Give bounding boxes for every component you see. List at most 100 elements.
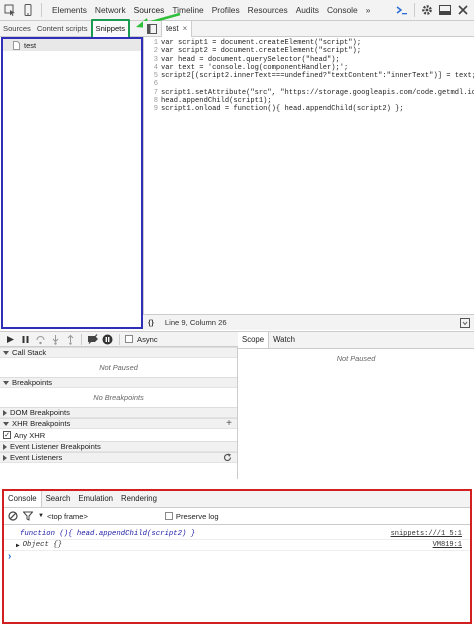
any-xhr-checkbox[interactable]: ✓ xyxy=(3,431,11,439)
close-icon[interactable] xyxy=(456,3,470,17)
resume-icon[interactable] xyxy=(4,333,17,346)
any-xhr-label: Any XHR xyxy=(14,430,46,440)
line-number[interactable]: 4 xyxy=(144,64,161,72)
tab-sources-nav[interactable]: Sources xyxy=(0,21,34,37)
console-message-text: function (){ head.appendChild(script2) } xyxy=(20,530,196,538)
deactivate-breakpoints-icon[interactable] xyxy=(86,333,99,346)
line-number[interactable]: 5 xyxy=(144,72,161,80)
console-message: ▶ Object {} VM819:1 xyxy=(4,540,470,551)
xhr-breakpoints-title: XHR Breakpoints xyxy=(12,419,71,428)
code-line[interactable]: 7 script1.setAttribute("src", "https://st… xyxy=(144,89,474,97)
code-text: var text = 'console.log(componentHandler… xyxy=(161,63,349,72)
toggle-debugger-icon[interactable] xyxy=(460,317,470,328)
tab-search[interactable]: Search xyxy=(42,491,75,507)
refresh-icon[interactable] xyxy=(223,453,232,462)
debugger-toolbar: Async xyxy=(0,331,238,347)
file-icon xyxy=(12,40,21,50)
prompt-chevron-icon: › xyxy=(8,551,12,562)
clear-console-icon[interactable] xyxy=(8,511,18,521)
device-mode-icon[interactable] xyxy=(21,3,35,17)
toggle-navigator-icon[interactable] xyxy=(145,22,159,36)
pretty-print-button[interactable]: {} xyxy=(143,318,159,327)
call-stack-info: Not Paused xyxy=(99,363,138,372)
code-text: script2[(script2.innerText===undefined?"… xyxy=(161,72,474,81)
console-source-link[interactable]: snippets:///1 5:1 xyxy=(391,530,462,538)
tab-profiles[interactable]: Profiles xyxy=(208,0,244,21)
step-over-icon[interactable] xyxy=(34,333,47,346)
breakpoints-header[interactable]: Breakpoints xyxy=(0,377,237,388)
pause-icon[interactable] xyxy=(19,333,32,346)
expand-triangle-icon xyxy=(3,421,9,426)
console-toolbar: ▼ <top frame> Preserve log xyxy=(4,508,470,525)
code-text: head.appendChild(script1); xyxy=(161,97,272,106)
line-number[interactable]: 7 xyxy=(144,89,161,97)
close-tab-icon[interactable]: × xyxy=(183,21,188,36)
code-line[interactable]: 5 script2[(script2.innerText===undefined?… xyxy=(144,72,474,80)
code-line[interactable]: 2 var script2 = document.createElement("s… xyxy=(144,47,474,55)
code-line[interactable]: 4 var text = 'console.log(componentHandle… xyxy=(144,64,474,72)
async-checkbox[interactable] xyxy=(125,335,133,343)
line-number[interactable]: 9 xyxy=(144,105,161,113)
xhr-breakpoints-header[interactable]: XHR Breakpoints + xyxy=(0,418,237,429)
code-line[interactable]: 3 var head = document.querySelector("head… xyxy=(144,56,474,64)
event-listener-breakpoints-title: Event Listener Breakpoints xyxy=(10,442,101,451)
code-line[interactable]: 6 xyxy=(144,80,474,88)
collapse-triangle-icon xyxy=(3,443,7,450)
step-into-icon[interactable] xyxy=(49,333,62,346)
scope-panel: Scope Watch Not Paused xyxy=(238,331,474,479)
add-xhr-breakpoint-button[interactable]: + xyxy=(226,418,232,429)
code-text: var head = document.querySelector("head"… xyxy=(161,55,340,64)
line-number[interactable]: 2 xyxy=(144,47,161,55)
tab-snippets[interactable]: Snippets xyxy=(90,18,131,39)
pause-on-exceptions-icon[interactable] xyxy=(101,333,114,346)
code-text: script1.setAttribute("src", "https://sto… xyxy=(161,88,474,97)
tab-console[interactable]: Console xyxy=(323,0,362,21)
expand-object-icon[interactable]: ▶ xyxy=(16,542,20,549)
tab-resources[interactable]: Resources xyxy=(244,0,292,21)
tab-audits[interactable]: Audits xyxy=(292,0,323,21)
tab-content-scripts[interactable]: Content scripts xyxy=(34,21,91,37)
code-line[interactable]: 8 head.appendChild(script1); xyxy=(144,97,474,105)
snippet-item-label: test xyxy=(24,40,37,50)
tab-emulation[interactable]: Emulation xyxy=(74,491,117,507)
async-label: Async xyxy=(137,334,158,344)
call-stack-header[interactable]: Call Stack xyxy=(0,347,237,358)
event-listener-breakpoints-header[interactable]: Event Listener Breakpoints xyxy=(0,441,237,452)
inspect-element-icon[interactable] xyxy=(3,3,17,17)
frame-select[interactable]: ▼ <top frame> xyxy=(38,512,88,521)
scope-tabs: Scope Watch xyxy=(238,332,474,349)
preserve-log-checkbox[interactable] xyxy=(164,512,173,520)
tab-console-drawer[interactable]: Console xyxy=(4,491,42,507)
event-listeners-title: Event Listeners xyxy=(10,453,63,462)
tab-network[interactable]: Network xyxy=(91,0,130,21)
cursor-position: Line 9, Column 26 xyxy=(164,318,227,327)
preserve-log-label: Preserve log xyxy=(175,511,219,521)
tab-watch[interactable]: Watch xyxy=(269,332,299,348)
step-out-icon[interactable] xyxy=(64,333,77,346)
line-number[interactable]: 1 xyxy=(144,39,161,47)
line-number[interactable]: 3 xyxy=(144,56,161,64)
console-drawer-icon[interactable] xyxy=(395,3,409,17)
code-editor[interactable]: 1 var script1 = document.createElement("s… xyxy=(143,37,474,314)
event-listeners-header[interactable]: Event Listeners xyxy=(0,452,237,463)
line-number[interactable]: 6 xyxy=(144,80,161,88)
line-number[interactable]: 8 xyxy=(144,97,161,105)
code-line[interactable]: 1 var script1 = document.createElement("s… xyxy=(144,39,474,47)
tab-scope[interactable]: Scope xyxy=(238,332,270,348)
filter-icon[interactable] xyxy=(23,511,33,521)
dom-breakpoints-header[interactable]: DOM Breakpoints xyxy=(0,407,237,418)
code-line[interactable]: 9 script1.onload = function(){ head.appen… xyxy=(144,105,474,113)
console-source-link[interactable]: VM819:1 xyxy=(433,541,462,549)
tab-elements[interactable]: Elements xyxy=(48,0,91,21)
settings-gear-icon[interactable] xyxy=(420,3,434,17)
expand-triangle-icon xyxy=(3,380,9,385)
console-prompt[interactable]: › xyxy=(4,551,470,562)
dom-breakpoints-title: DOM Breakpoints xyxy=(10,408,70,417)
editor-tabs: test × xyxy=(143,20,474,37)
tab-rendering[interactable]: Rendering xyxy=(117,491,161,507)
more-tabs-button[interactable]: » xyxy=(362,0,375,21)
console-message-text: Object {} xyxy=(22,541,63,549)
editor-tab-test[interactable]: test × xyxy=(161,20,193,37)
dock-side-icon[interactable] xyxy=(438,3,452,17)
snippet-item[interactable]: test xyxy=(3,39,141,51)
